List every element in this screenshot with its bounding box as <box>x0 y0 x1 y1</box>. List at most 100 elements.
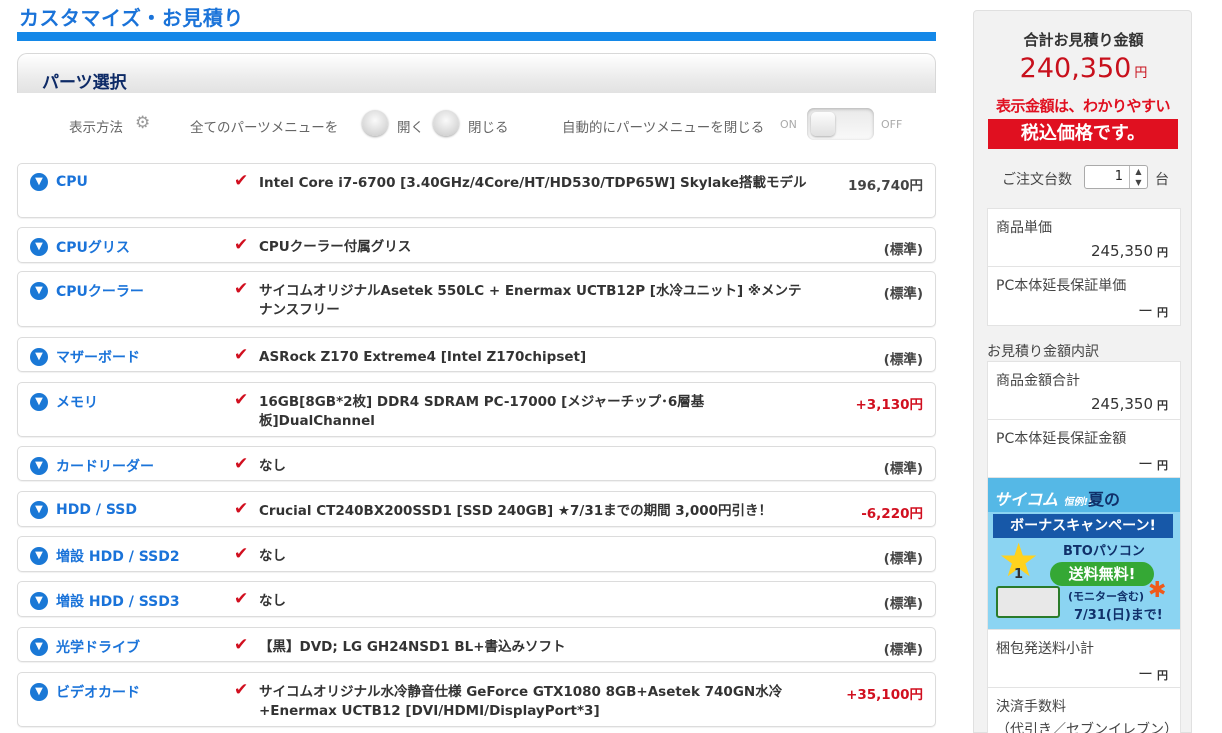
part-price: (標準) <box>883 352 923 368</box>
checkmark-icon: ✔ <box>234 499 249 519</box>
part-selected-item: サイコムオリジナルAsetek 550LC + Enermax UCTB12P … <box>259 283 802 318</box>
part-row[interactable]: ▼ CPU ✔ Intel Core i7-6700 [3.40GHz/4Core/H… <box>17 163 936 218</box>
chevron-down-icon[interactable]: ▼ <box>30 638 48 656</box>
part-category-label[interactable]: ビデオカード <box>56 682 140 702</box>
part-category-label[interactable]: CPUクーラー <box>56 281 144 301</box>
part-category-label[interactable]: CPU <box>56 174 88 190</box>
display-method-label: 表示方法 <box>69 120 123 136</box>
part-selected-item: なし <box>259 458 286 474</box>
part-category-label[interactable]: HDD / SSD <box>56 502 137 518</box>
page-title: カスタマイズ・お見積り <box>19 6 244 30</box>
part-row[interactable]: ▼ 増設 HDD / SSD2 ✔ なし (標準) <box>17 536 936 572</box>
part-category-label[interactable]: CPUグリス <box>56 237 130 257</box>
part-row[interactable]: ▼ 増設 HDD / SSD3 ✔ なし (標準) <box>17 581 936 617</box>
warranty-unit-value: ー円 <box>1137 302 1168 320</box>
checkmark-icon: ✔ <box>234 390 249 410</box>
auto-close-label: 自動的にパーツメニューを閉じる <box>562 120 765 136</box>
part-selected-item: Crucial CT240BX200SSD1 [SSD 240GB] ★7/31… <box>259 503 773 519</box>
chevron-down-icon[interactable]: ▼ <box>30 393 48 411</box>
part-price: (標準) <box>883 596 923 612</box>
crab-icon: ✱ <box>1148 578 1167 603</box>
part-price: (標準) <box>883 286 923 302</box>
chevron-down-icon[interactable]: ▼ <box>30 501 48 519</box>
part-category[interactable]: ▼ 増設 HDD / SSD3 <box>30 591 180 611</box>
part-category[interactable]: ▼ HDD / SSD <box>30 501 137 519</box>
part-category[interactable]: ▼ CPUクーラー <box>30 281 144 301</box>
chevron-down-icon[interactable]: ▼ <box>30 683 48 701</box>
part-category[interactable]: ▼ ビデオカード <box>30 682 140 702</box>
warranty-total-cell: PC本体延長保証金額 ー円 <box>988 420 1180 478</box>
quantity-stepper[interactable]: 1 ▲ ▼ <box>1084 165 1148 189</box>
all-menu-label: 全てのパーツメニューを <box>190 120 339 136</box>
part-category[interactable]: ▼ 増設 HDD / SSD2 <box>30 546 180 566</box>
part-category-label[interactable]: 増設 HDD / SSD3 <box>56 591 180 611</box>
fee-label: 決済手数料 <box>996 699 1066 715</box>
part-selected-item: なし <box>259 548 286 564</box>
chevron-down-icon[interactable]: ▼ <box>30 173 48 191</box>
warranty-unit-label: PC本体延長保証単価 <box>996 278 1127 294</box>
part-row[interactable]: ▼ CPUグリス ✔ CPUクーラー付属グリス (標準) <box>17 227 936 263</box>
chevron-down-icon[interactable]: ▼ <box>30 348 48 366</box>
auto-close-toggle[interactable] <box>807 108 874 140</box>
parts-section-header: パーツ選択 <box>17 53 936 93</box>
part-category[interactable]: ▼ CPUグリス <box>30 237 130 257</box>
title-underline <box>17 32 936 41</box>
quantity-label: ご注文台数 <box>1002 172 1072 188</box>
campaign-monitor-note: (モニター含む) <box>1068 590 1145 603</box>
breakdown-panel: 商品金額合計 245,350 円 PC本体延長保証金額 ー円 サイコム 恒例!! … <box>987 361 1181 733</box>
part-row[interactable]: ▼ CPUクーラー ✔ サイコムオリジナルAsetek 550LC + Enermax… <box>17 271 936 327</box>
unit-price-label: 商品単価 <box>996 220 1052 236</box>
toggle-knob[interactable] <box>811 112 835 136</box>
part-category[interactable]: ▼ メモリ <box>30 392 98 412</box>
chevron-down-icon[interactable]: ▼ <box>30 238 48 256</box>
part-category-label[interactable]: 増設 HDD / SSD2 <box>56 546 180 566</box>
checkmark-icon: ✔ <box>234 279 249 299</box>
chevron-down-icon[interactable]: ▼ <box>30 282 48 300</box>
total-label: 合計お見積り金額 <box>1023 31 1144 49</box>
open-all-radio[interactable] <box>362 110 388 136</box>
fee-cell: 決済手数料 （代引き／セブンイレブン） <box>988 688 1180 733</box>
chevron-down-icon[interactable]: ▼ <box>30 592 48 610</box>
part-category[interactable]: ▼ 光学ドライブ <box>30 637 140 657</box>
gear-icon[interactable]: ⚙ <box>135 114 153 132</box>
part-row[interactable]: ▼ ビデオカード ✔ サイコムオリジナル水冷静音仕様 GeForce GTX1080 … <box>17 672 936 727</box>
toggle-off-label: OFF <box>881 118 903 131</box>
part-category-label[interactable]: メモリ <box>56 392 98 412</box>
campaign-header: サイコム 恒例!! 夏の <box>988 478 1180 512</box>
part-row[interactable]: ▼ HDD / SSD ✔ Crucial CT240BX200SSD1 [SSD 2… <box>17 491 936 527</box>
part-category[interactable]: ▼ マザーボード <box>30 347 140 367</box>
tax-banner: 表示金額は、わかりやすい 税込価格です。 <box>988 95 1178 149</box>
open-all-label[interactable]: 開く <box>397 116 424 136</box>
subtotal-value: 245,350 円 <box>1090 395 1168 413</box>
part-category[interactable]: ▼ カードリーダー <box>30 456 154 476</box>
part-selected-item: CPUクーラー付属グリス <box>259 239 412 255</box>
truck-icon <box>996 586 1060 618</box>
part-category-label[interactable]: カードリーダー <box>56 456 154 476</box>
estimate-sidebar: 合計お見積り金額 240,350 円 表示金額は、わかりやすい 税込価格です。 ご… <box>973 10 1192 733</box>
campaign-season: 夏の <box>1088 490 1121 509</box>
summer-bonus-campaign-banner[interactable]: サイコム 恒例!! 夏の ボーナスキャンペーン! ★ 1 BTOパソコン 送料無料… <box>988 478 1180 630</box>
part-selected-item: 【黒】DVD; LG GH24NSD1 BL+書込みソフト <box>259 639 566 655</box>
part-category[interactable]: ▼ CPU <box>30 173 88 191</box>
part-row[interactable]: ▼ 光学ドライブ ✔ 【黒】DVD; LG GH24NSD1 BL+書込みソフト (標準… <box>17 627 936 662</box>
part-row[interactable]: ▼ カードリーダー ✔ なし (標準) <box>17 446 936 481</box>
quantity-unit: 台 <box>1155 172 1169 188</box>
part-category-label[interactable]: 光学ドライブ <box>56 637 140 657</box>
unit-price-panel: 商品単価 245,350 円 PC本体延長保証単価 ー円 <box>987 208 1181 326</box>
campaign-product: BTOパソコン <box>1063 544 1145 559</box>
part-row[interactable]: ▼ マザーボード ✔ ASRock Z170 Extreme4 [Intel Z170… <box>17 337 936 372</box>
spinner-arrows-icon[interactable]: ▲ ▼ <box>1129 166 1147 188</box>
campaign-brand: サイコム 恒例!! <box>994 490 1093 509</box>
quantity-value[interactable]: 1 <box>1115 169 1123 184</box>
part-price: 196,740円 <box>848 178 923 194</box>
part-selected-item: ASRock Z170 Extreme4 [Intel Z170chipset] <box>259 349 587 365</box>
checkmark-icon: ✔ <box>234 589 249 609</box>
part-category-label[interactable]: マザーボード <box>56 347 140 367</box>
chevron-down-icon[interactable]: ▼ <box>30 457 48 475</box>
chevron-down-icon[interactable]: ▼ <box>30 547 48 565</box>
close-all-radio[interactable] <box>433 110 459 136</box>
part-row[interactable]: ▼ メモリ ✔ 16GB[8GB*2枚] DDR4 SDRAM PC-17000 [メ… <box>17 382 936 437</box>
total-unit: 円 <box>1134 66 1148 81</box>
toggle-on-label: ON <box>780 118 797 131</box>
close-all-label[interactable]: 閉じる <box>468 116 509 136</box>
